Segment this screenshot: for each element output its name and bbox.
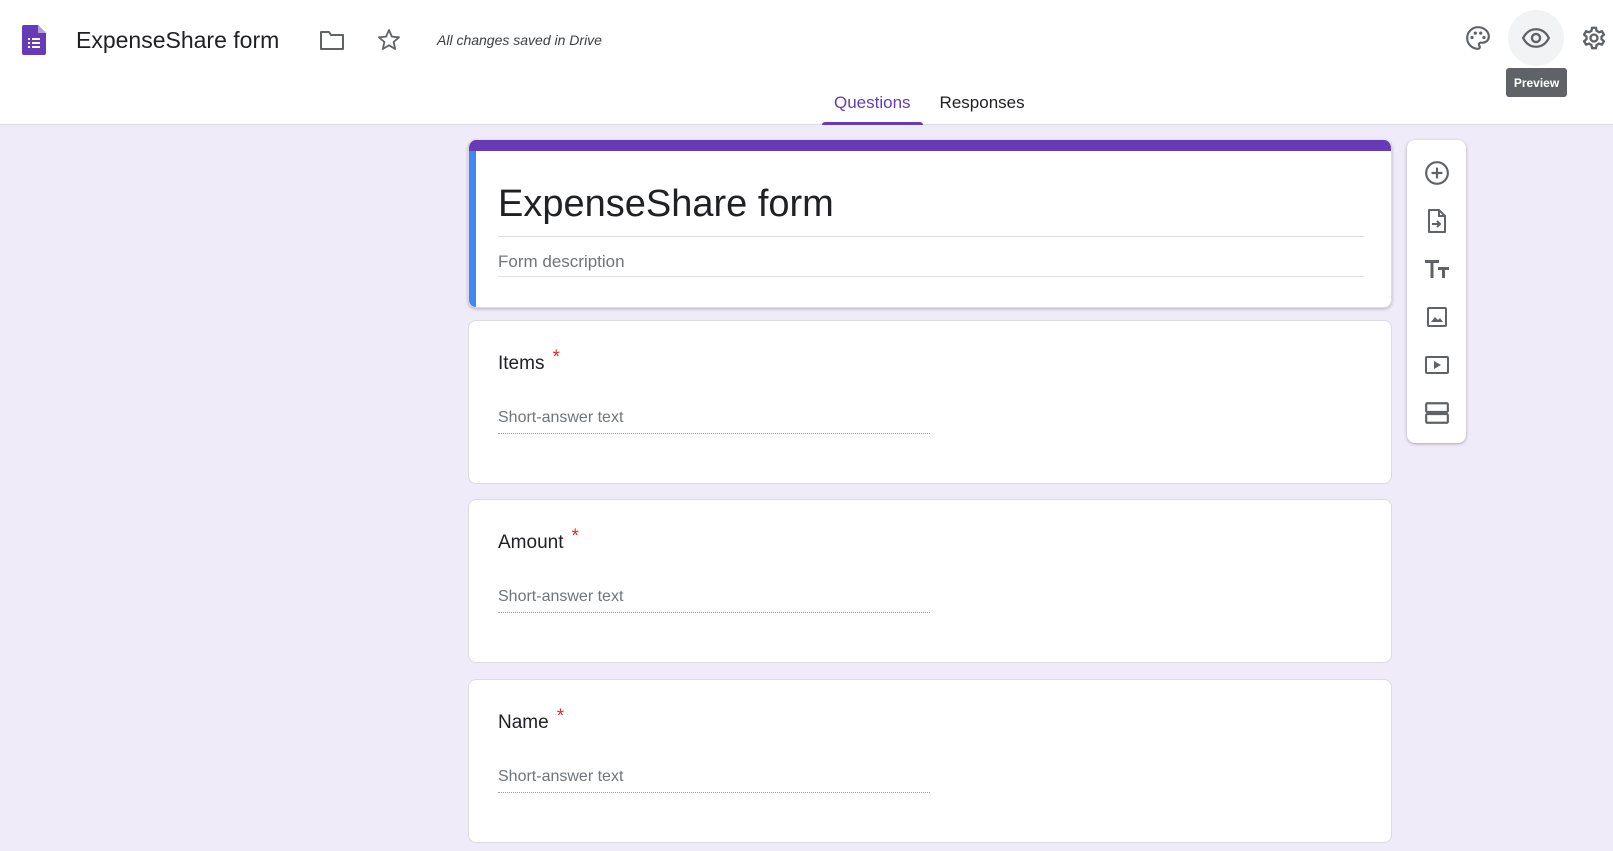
question-title-text: Items <box>498 353 545 374</box>
add-section-button[interactable] <box>1417 393 1457 433</box>
add-image-button[interactable] <box>1417 297 1457 337</box>
add-title-icon <box>1425 260 1449 278</box>
required-mark: * <box>556 706 565 727</box>
question-card[interactable]: Amount * Short-answer text <box>468 499 1392 663</box>
star-button[interactable] <box>369 20 409 60</box>
short-answer-placeholder: Short-answer text <box>498 766 930 793</box>
question-title[interactable]: Name * <box>498 706 564 736</box>
add-video-icon <box>1425 356 1449 374</box>
add-question-button[interactable] <box>1417 153 1457 193</box>
add-question-icon <box>1425 161 1449 185</box>
short-answer-placeholder: Short-answer text <box>498 407 930 434</box>
app-header: ExpenseShare form All changes saved in D… <box>0 0 1613 125</box>
settings-button[interactable] <box>1574 18 1613 58</box>
question-title-text: Name <box>498 712 549 733</box>
customize-theme-button[interactable] <box>1458 18 1498 58</box>
add-title-button[interactable] <box>1417 249 1457 289</box>
folder-icon <box>320 31 344 50</box>
short-answer-placeholder: Short-answer text <box>498 586 930 613</box>
gear-icon <box>1582 26 1606 50</box>
theme-accent-bar <box>469 140 1391 151</box>
add-image-icon <box>1427 307 1447 327</box>
question-card[interactable]: Name * Short-answer text <box>468 679 1392 843</box>
form-title-input[interactable]: ExpenseShare form <box>498 180 1364 237</box>
add-video-button[interactable] <box>1417 345 1457 385</box>
question-card[interactable]: Items * Short-answer text <box>468 320 1392 484</box>
form-editor: ExpenseShare form Form description Items… <box>0 125 1613 851</box>
question-title[interactable]: Items * <box>498 347 560 377</box>
add-section-icon <box>1425 402 1449 424</box>
document-title[interactable]: ExpenseShare form <box>76 24 279 56</box>
tab-questions[interactable]: Questions <box>822 88 923 125</box>
preview-tooltip: Preview <box>1506 68 1567 97</box>
form-description-input[interactable]: Form description <box>498 250 1364 277</box>
forms-app-icon[interactable] <box>22 25 46 55</box>
tab-responses[interactable]: Responses <box>928 88 1037 125</box>
move-to-folder-button[interactable] <box>312 20 352 60</box>
question-title[interactable]: Amount * <box>498 526 579 556</box>
required-mark: * <box>571 526 579 547</box>
palette-icon <box>1466 26 1490 50</box>
active-card-indicator <box>469 151 476 307</box>
tab-bar: Questions Responses <box>822 88 1042 125</box>
question-title-text: Amount <box>498 532 564 553</box>
save-status: All changes saved in Drive <box>437 32 602 48</box>
floating-toolbar <box>1407 140 1466 443</box>
form-title-card[interactable]: ExpenseShare form Form description <box>468 140 1392 308</box>
import-questions-icon <box>1428 209 1446 233</box>
preview-button[interactable] <box>1508 10 1564 66</box>
import-questions-button[interactable] <box>1417 201 1457 241</box>
eye-icon <box>1522 28 1550 48</box>
star-icon <box>378 29 400 50</box>
required-mark: * <box>552 347 560 368</box>
